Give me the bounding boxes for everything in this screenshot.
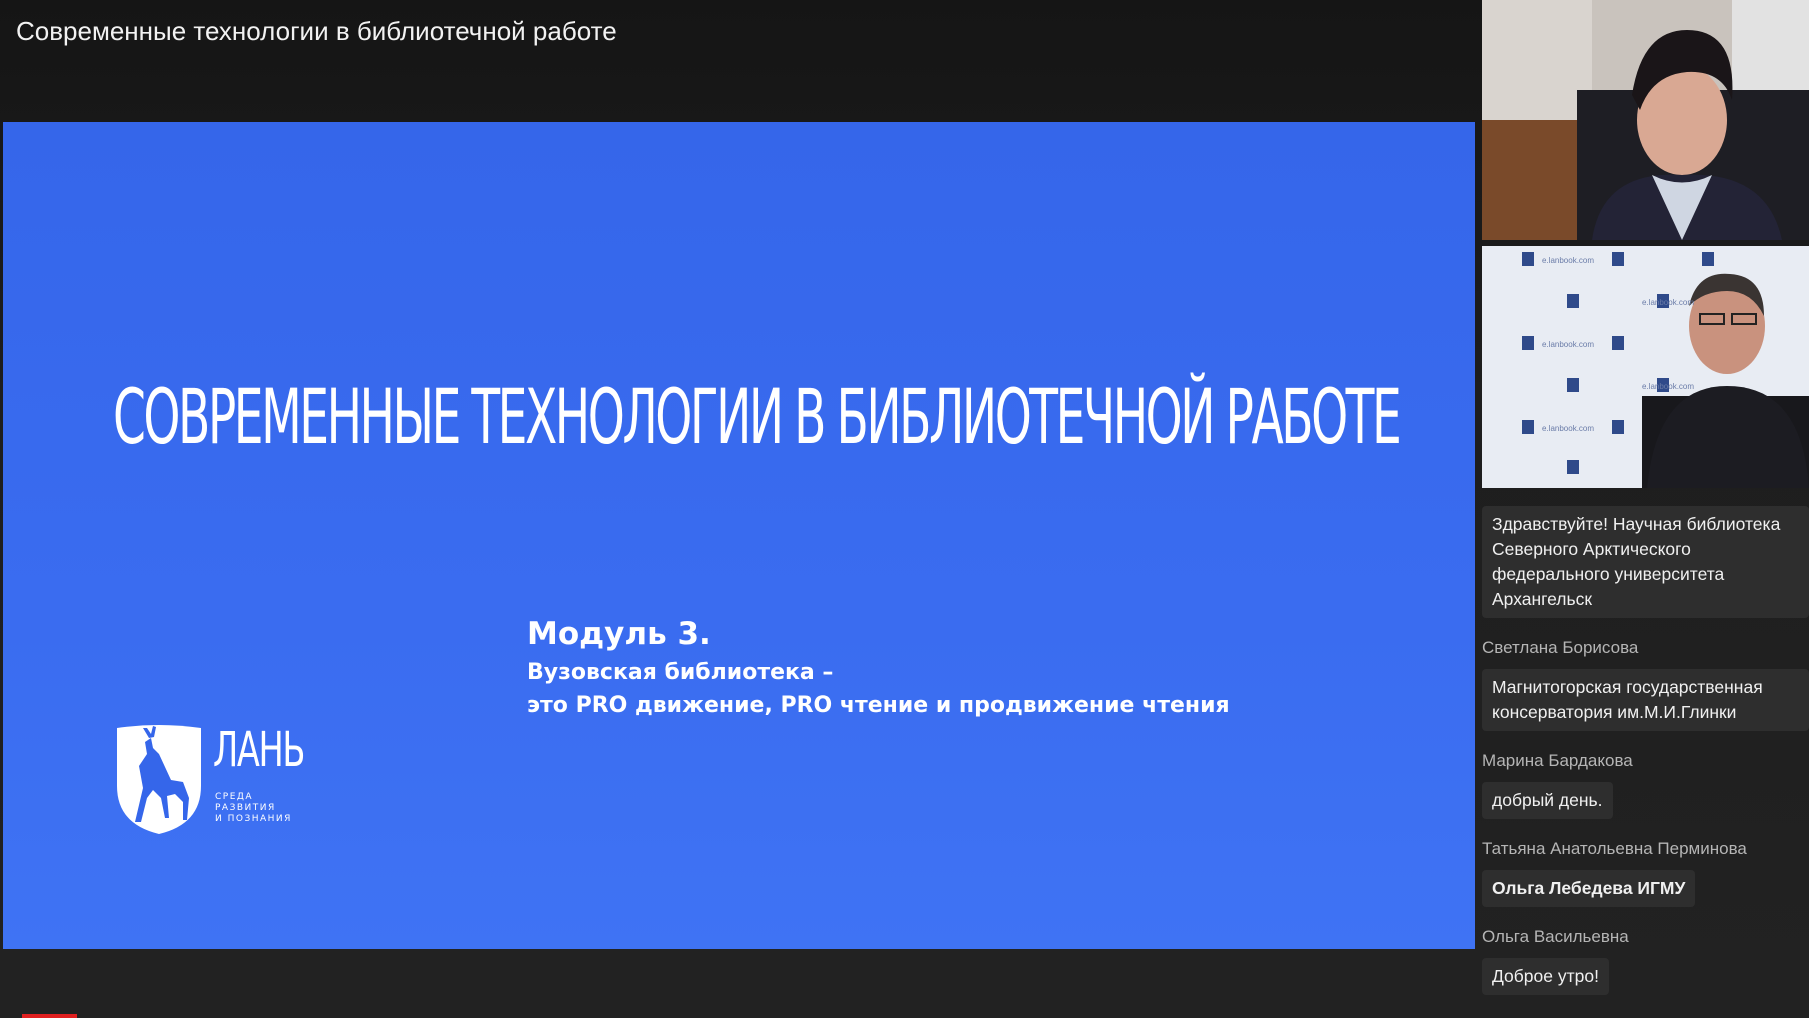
chat-message: Доброе утро!: [1482, 958, 1609, 995]
chat-message: Здравствуйте! Научная библиотека Северно…: [1482, 506, 1809, 618]
side-panel: e.lanbook.com e.lanbook.com e.lanbook.co…: [1482, 0, 1809, 1018]
logo-wordmark: ЛАНЬ: [213, 722, 305, 778]
page-title: Современные технологии в библиотечной ра…: [16, 16, 617, 46]
module-subtitle-line-2: это PRO движение, PRO чтение и продвижен…: [527, 693, 1230, 718]
logo-tagline: СРЕДА РАЗВИТИЯ И ПОЗНАНИЯ: [215, 792, 292, 824]
chat-author: Татьяна Анатольевна Перминова: [1482, 839, 1747, 858]
chat-author: Светлана Борисова: [1482, 638, 1639, 657]
chat-message: Магнитогорская государственная консерват…: [1482, 669, 1809, 731]
backdrop-text: e.lanbook.com: [1542, 424, 1595, 433]
backdrop-text: e.lanbook.com: [1642, 298, 1695, 307]
participant-video-woman[interactable]: [1482, 0, 1809, 240]
progress-indicator: [22, 1014, 77, 1018]
backdrop-text: e.lanbook.com: [1542, 340, 1595, 349]
chat-message: Ольга Лебедева ИГМУ: [1482, 870, 1696, 907]
slide-title: Современные технологии в библиотечной ра…: [113, 372, 1402, 461]
chat-author: Ольга Васильевна: [1482, 927, 1629, 946]
slide-module-block: Модуль 3. Вузовская библиотека – это PRO…: [527, 612, 1230, 722]
module-subtitle-line-1: Вузовская библиотека –: [527, 660, 834, 685]
chat-message: добрый день.: [1482, 782, 1613, 819]
conference-window: Современные технологии в библиотечной ра…: [0, 0, 1809, 1018]
backdrop-text: e.lanbook.com: [1642, 382, 1695, 391]
module-heading: Модуль 3.: [527, 616, 711, 652]
backdrop-text: e.lanbook.com: [1542, 256, 1595, 265]
participant-video-man[interactable]: e.lanbook.com e.lanbook.com e.lanbook.co…: [1482, 246, 1809, 488]
participant-image: [1482, 246, 1809, 488]
lan-logo: ЛАНЬ СРЕДА РАЗВИТИЯ И ПОЗНАНИЯ: [113, 722, 313, 844]
participant-image: [1482, 0, 1809, 240]
chat-author: Марина Бардакова: [1482, 751, 1633, 770]
chat-feed[interactable]: Здравствуйте! Научная библиотека Северно…: [1482, 506, 1809, 995]
deer-shield-icon: [117, 725, 201, 834]
presentation-slide: Современные технологии в библиотечной ра…: [3, 122, 1475, 949]
